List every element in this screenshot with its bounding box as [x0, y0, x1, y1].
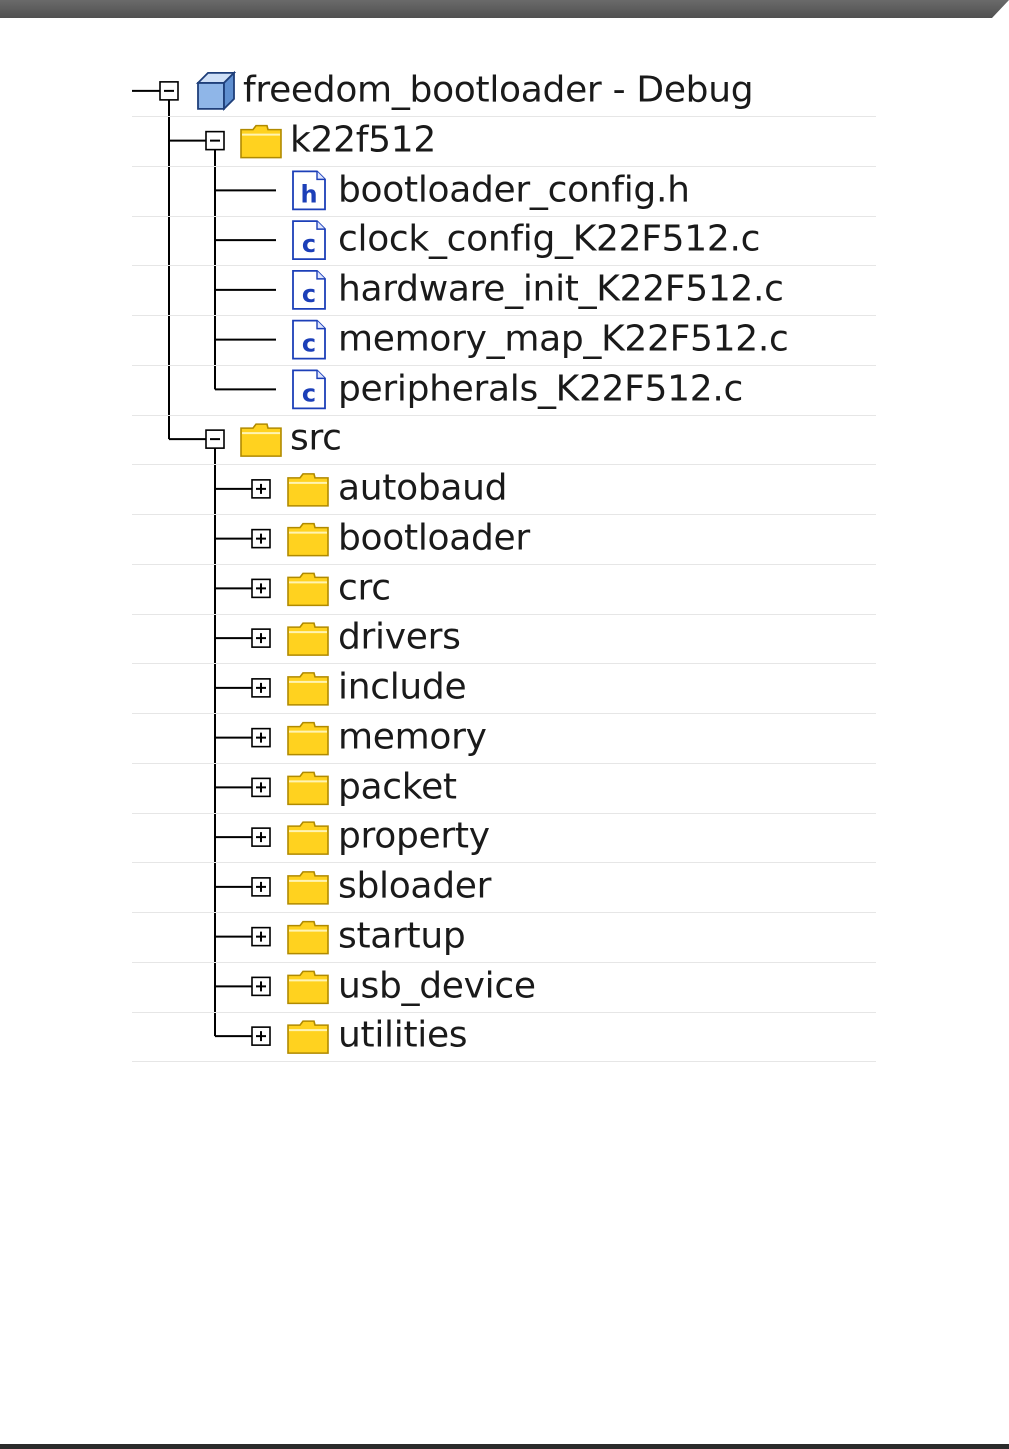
- tree-item-include[interactable]: include: [132, 663, 876, 714]
- tree-item-label: hardware_init_K22F512.c: [338, 268, 784, 310]
- tree-item-bootloader-config-h[interactable]: bootloader_config.h: [132, 166, 876, 217]
- tree-item-label: utilities: [338, 1014, 468, 1056]
- tree-item-k22f512[interactable]: k22f512: [132, 116, 876, 167]
- tree-item-label: clock_config_K22F512.c: [338, 218, 761, 260]
- tree-item-autobaud[interactable]: autobaud: [132, 464, 876, 515]
- tree-item-label: freedom_bootloader - Debug: [243, 69, 754, 111]
- tree-item-label: bootloader_config.h: [338, 168, 690, 210]
- tree-item-label: memory: [338, 716, 487, 758]
- tree-item-memory-map-k22f512-c[interactable]: memory_map_K22F512.c: [132, 315, 876, 366]
- tree-item-property[interactable]: property: [132, 812, 876, 864]
- tree-item-src[interactable]: src: [132, 414, 876, 466]
- tree-item-drivers[interactable]: drivers: [132, 613, 876, 665]
- tree-item-label: packet: [338, 765, 457, 807]
- tree-item-memory[interactable]: memory: [132, 713, 876, 764]
- tree-item-label: drivers: [338, 616, 461, 658]
- tree-item-sbloader[interactable]: sbloader: [132, 862, 876, 913]
- tree-item-bootloader[interactable]: bootloader: [132, 514, 876, 565]
- tree-item-utilities[interactable]: utilities: [132, 1011, 876, 1063]
- tree-item-hardware-init-k22f512-c[interactable]: hardware_init_K22F512.c: [132, 265, 876, 316]
- tree-item-peripherals-k22f512-c[interactable]: peripherals_K22F512.c: [132, 365, 876, 416]
- tree-item-label: sbloader: [338, 865, 492, 907]
- tree-item-label: bootloader: [338, 517, 530, 559]
- project-tree: hcccc freedom_bootloader - Debug k22f512 b…: [0, 0, 1009, 1100]
- tree-item-label: usb_device: [338, 964, 536, 1006]
- tree-item-label: memory_map_K22F512.c: [338, 318, 789, 360]
- tree-item-usb-device[interactable]: usb_device: [132, 962, 876, 1013]
- tree-item-startup[interactable]: startup: [132, 912, 876, 963]
- tree-item-project[interactable]: freedom_bootloader - Debug: [132, 66, 876, 117]
- tree-item-label: autobaud: [338, 467, 508, 509]
- tree-item-label: crc: [338, 566, 391, 608]
- tree-item-label: k22f512: [290, 119, 436, 161]
- tree-item-label: startup: [338, 915, 466, 957]
- tree-item-label: src: [290, 417, 342, 459]
- tree-item-label: property: [338, 815, 490, 857]
- tree-item-packet[interactable]: packet: [132, 763, 876, 814]
- tree-item-clock-config-k22f512-c[interactable]: clock_config_K22F512.c: [132, 215, 876, 267]
- bottom-border: [0, 1444, 1009, 1449]
- tree-item-label: peripherals_K22F512.c: [338, 367, 744, 409]
- tree-item-crc[interactable]: crc: [132, 564, 876, 615]
- tree-item-label: include: [338, 666, 467, 708]
